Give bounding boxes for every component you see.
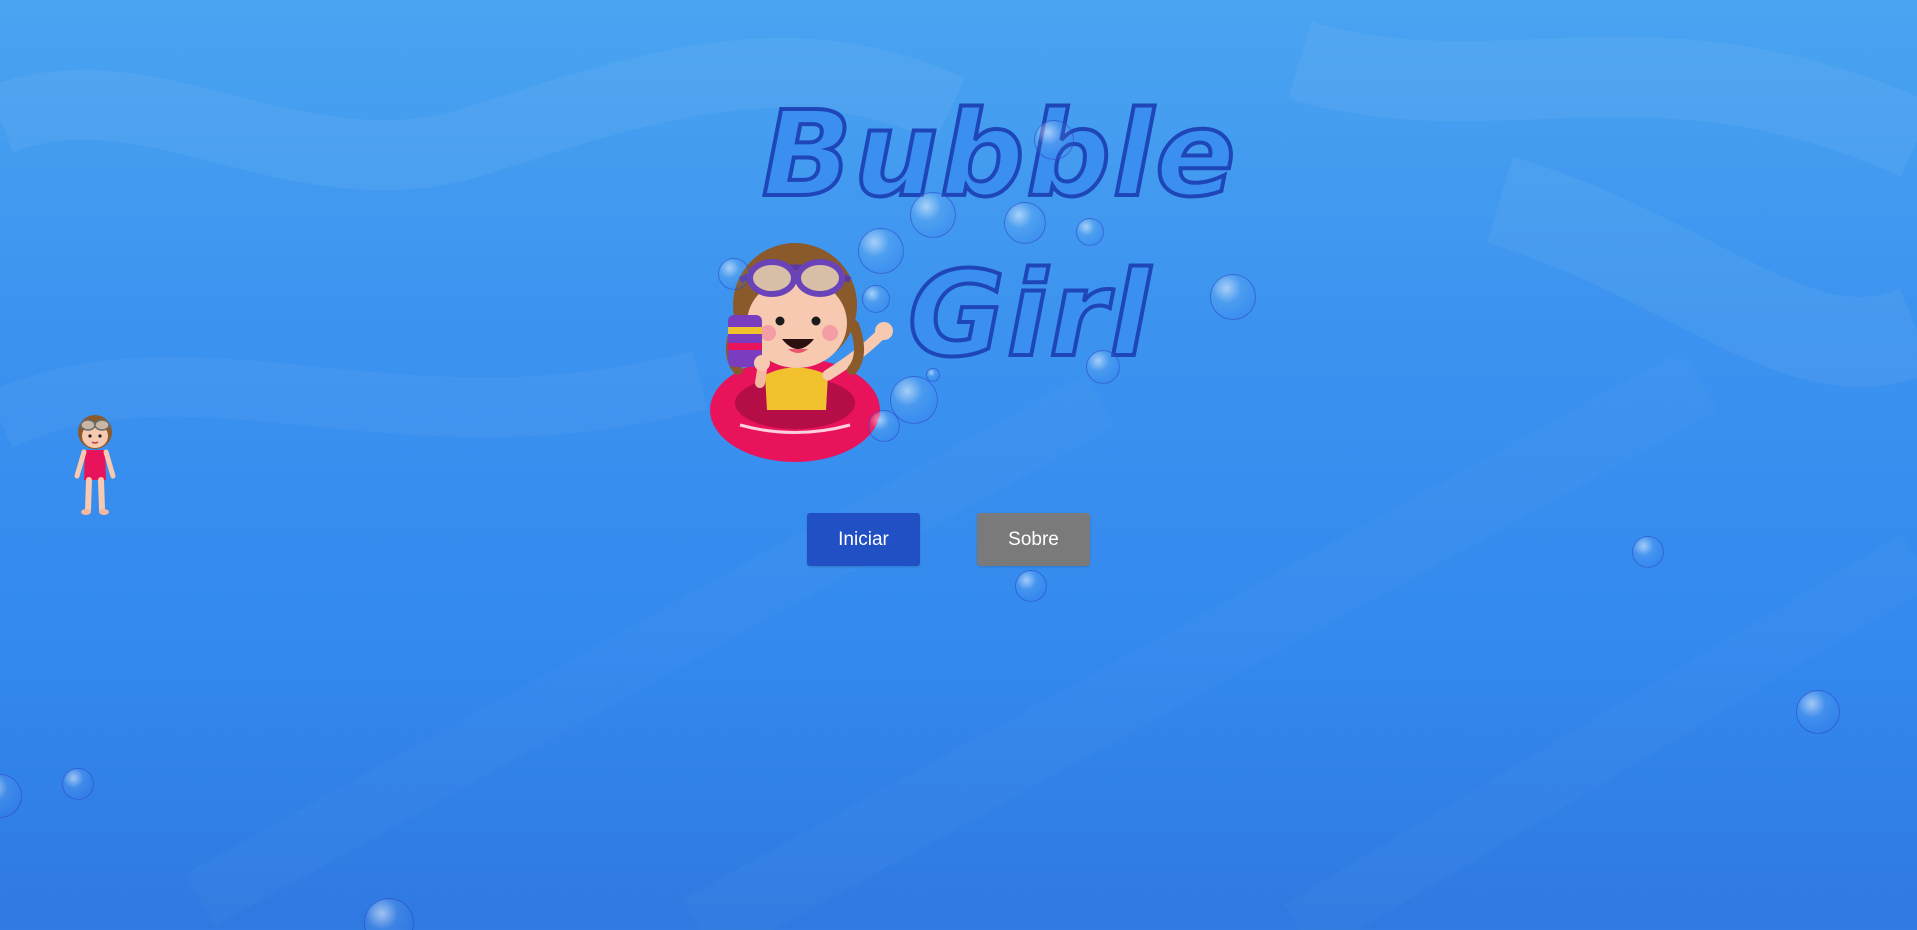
bubble-icon xyxy=(1015,570,1047,602)
bubble-icon xyxy=(718,258,750,290)
game-start-screen: Bubble Girl Iniciar Sobre xyxy=(0,0,1917,930)
bubble-icon xyxy=(0,774,22,818)
bubble-icon xyxy=(1210,274,1256,320)
bubble-icon xyxy=(1796,690,1840,734)
bubble-icon xyxy=(1632,536,1664,568)
bubble-icon xyxy=(1004,202,1046,244)
bubble-icon xyxy=(862,285,890,313)
bubble-icon xyxy=(868,410,900,442)
game-logo: Bubble Girl xyxy=(710,93,1237,465)
about-button[interactable]: Sobre xyxy=(977,513,1090,566)
bubble-icon xyxy=(926,368,940,382)
bubble-icon xyxy=(858,228,904,274)
bubble-icon xyxy=(1034,120,1074,160)
start-button[interactable]: Iniciar xyxy=(807,513,920,566)
logo-title-line-1: Bubble xyxy=(760,85,1238,223)
bubble-icon xyxy=(910,192,956,238)
bubble-icon xyxy=(1076,218,1104,246)
player-girl-icon xyxy=(74,415,116,515)
bubble-icon xyxy=(364,898,414,930)
bubble-icon xyxy=(1086,350,1120,384)
bubble-icon xyxy=(62,768,94,800)
